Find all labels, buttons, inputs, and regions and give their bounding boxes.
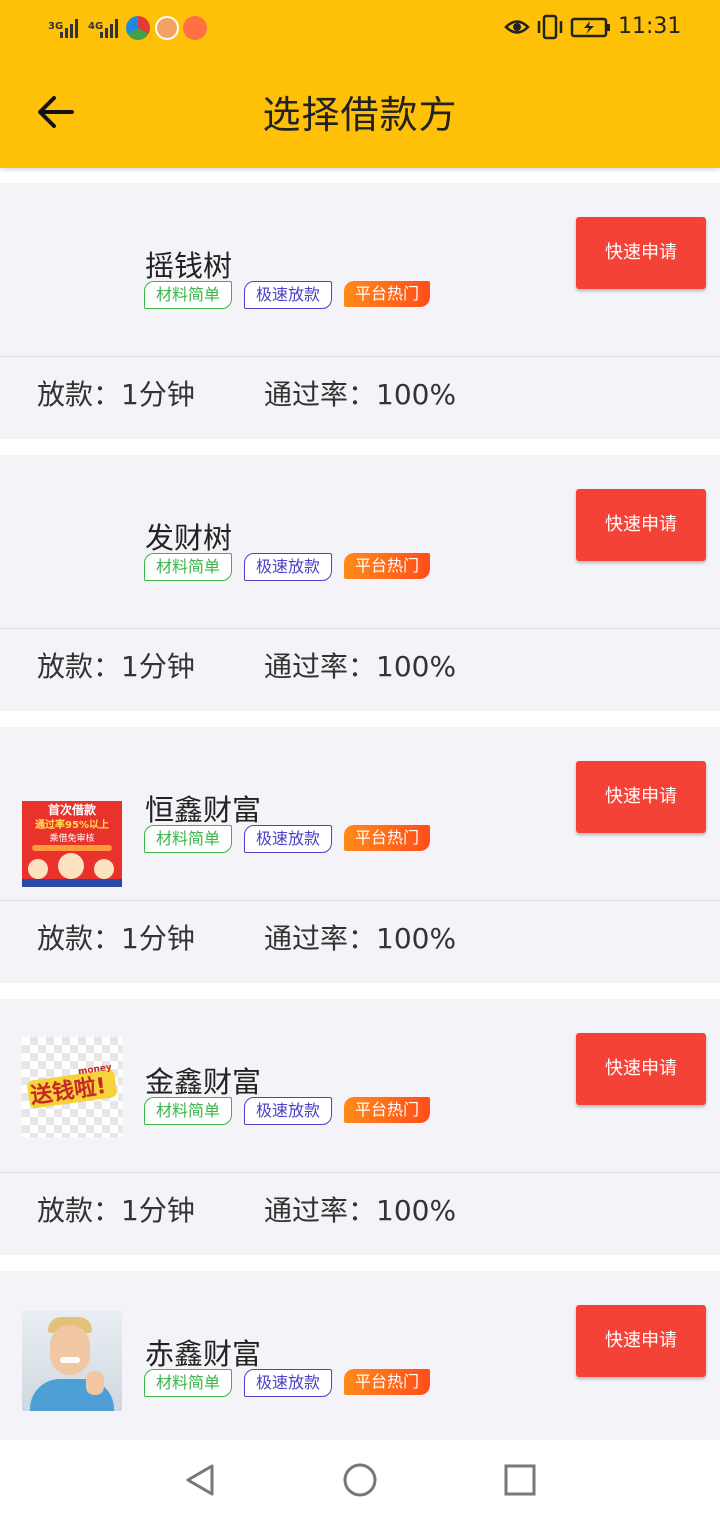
tag-platform-hot: 平台热门 [344, 281, 430, 307]
loan-time: 放款：1分钟 [37, 650, 195, 683]
pass-rate: 通过率：100% [264, 378, 457, 411]
lender-name: 赤鑫财富 [145, 1337, 262, 1371]
header: 选择借款方 [0, 56, 720, 168]
clock: 11:31 [618, 14, 682, 39]
card-stats: 放款：1分钟 通过率：100% [0, 1189, 720, 1249]
camera-app-icon [155, 16, 179, 40]
card-stats: 放款：1分钟 通过率：100% [0, 373, 720, 433]
tag-fast-disbursement: 极速放款 [244, 553, 332, 581]
lender-card[interactable]: 摇钱树 材料简单 极速放款 平台热门 快速申请 放款：1分钟 通过率：100% [0, 183, 720, 439]
tag-fast-disbursement: 极速放款 [244, 1369, 332, 1397]
card-stats: 放款：1分钟 通过率：100% [0, 917, 720, 977]
tag-platform-hot: 平台热门 [344, 825, 430, 851]
quick-apply-button[interactable]: 快速申请 [576, 761, 706, 833]
lender-logo-photo [22, 1311, 122, 1411]
card-header: 首次借款 通过率95%以上 乘借免审核 恒鑫财富 材料简单 极速放款 平台热门 … [0, 727, 720, 901]
lender-name: 摇钱树 [145, 249, 233, 283]
lender-logo-promo: 首次借款 通过率95%以上 乘借免审核 [22, 801, 122, 887]
card-stats: 放款：1分钟 通过率：100% [0, 645, 720, 705]
tag-fast-disbursement: 极速放款 [244, 1097, 332, 1125]
lender-name: 金鑫财富 [145, 1065, 262, 1099]
deal-app-icon [183, 16, 207, 40]
top-app-bar: 3G 4G 11:31 选择借款方 [0, 0, 720, 168]
promo-line3: 乘借免审核 [49, 834, 95, 844]
lender-card[interactable]: 送钱啦! money 金鑫财富 材料简单 极速放款 平台热门 快速申请 放款：1… [0, 999, 720, 1255]
page-title: 选择借款方 [262, 93, 458, 137]
tag-simple-materials: 材料简单 [144, 281, 232, 309]
nav-back-icon[interactable] [180, 1460, 220, 1500]
pass-rate: 通过率：100% [264, 650, 457, 683]
loan-time: 放款：1分钟 [37, 922, 195, 955]
lender-name: 发财树 [145, 521, 233, 555]
app-notification-icon [126, 16, 150, 40]
card-header: 发财树 材料简单 极速放款 平台热门 快速申请 [0, 455, 720, 629]
loan-time: 放款：1分钟 [37, 378, 195, 411]
loan-time: 放款：1分钟 [37, 1194, 195, 1227]
tag-platform-hot: 平台热门 [344, 1097, 430, 1123]
lender-card[interactable]: 首次借款 通过率95%以上 乘借免审核 恒鑫财富 材料简单 极速放款 平台热门 … [0, 727, 720, 983]
tag-platform-hot: 平台热门 [344, 1369, 430, 1395]
card-header: 赤鑫财富 材料简单 极速放款 平台热门 快速申请 [0, 1271, 720, 1440]
vibrate-icon [537, 14, 563, 40]
lender-name: 恒鑫财富 [145, 793, 262, 827]
quick-apply-button[interactable]: 快速申请 [576, 1033, 706, 1105]
eye-icon [504, 20, 530, 34]
tag-simple-materials: 材料简单 [144, 825, 232, 853]
lender-list[interactable]: 摇钱树 材料简单 极速放款 平台热门 快速申请 放款：1分钟 通过率：100% … [0, 168, 720, 1440]
nav-home-icon[interactable] [340, 1460, 380, 1500]
lender-logo-sticker: 送钱啦! money [22, 1037, 122, 1137]
card-header: 摇钱树 材料简单 极速放款 平台热门 快速申请 [0, 183, 720, 357]
tag-simple-materials: 材料简单 [144, 553, 232, 581]
battery-charging-icon [570, 17, 610, 38]
quick-apply-button[interactable]: 快速申请 [576, 489, 706, 561]
tag-fast-disbursement: 极速放款 [244, 825, 332, 853]
lender-card[interactable]: 发财树 材料简单 极速放款 平台热门 快速申请 放款：1分钟 通过率：100% [0, 455, 720, 711]
tag-platform-hot: 平台热门 [344, 553, 430, 579]
lender-card[interactable]: 赤鑫财富 材料简单 极速放款 平台热门 快速申请 [0, 1271, 720, 1440]
promo-line1: 首次借款 [47, 803, 96, 817]
nav-recents-icon[interactable] [500, 1460, 540, 1500]
tag-simple-materials: 材料简单 [144, 1369, 232, 1397]
pass-rate: 通过率：100% [264, 1194, 457, 1227]
tag-fast-disbursement: 极速放款 [244, 281, 332, 309]
status-bar: 3G 4G 11:31 [0, 0, 720, 56]
pass-rate: 通过率：100% [264, 922, 457, 955]
card-header: 送钱啦! money 金鑫财富 材料简单 极速放款 平台热门 快速申请 [0, 999, 720, 1173]
tag-simple-materials: 材料简单 [144, 1097, 232, 1125]
promo-line2: 通过率95%以上 [35, 820, 109, 831]
quick-apply-button[interactable]: 快速申请 [576, 217, 706, 289]
system-nav-bar [0, 1440, 720, 1520]
quick-apply-button[interactable]: 快速申请 [576, 1305, 706, 1377]
